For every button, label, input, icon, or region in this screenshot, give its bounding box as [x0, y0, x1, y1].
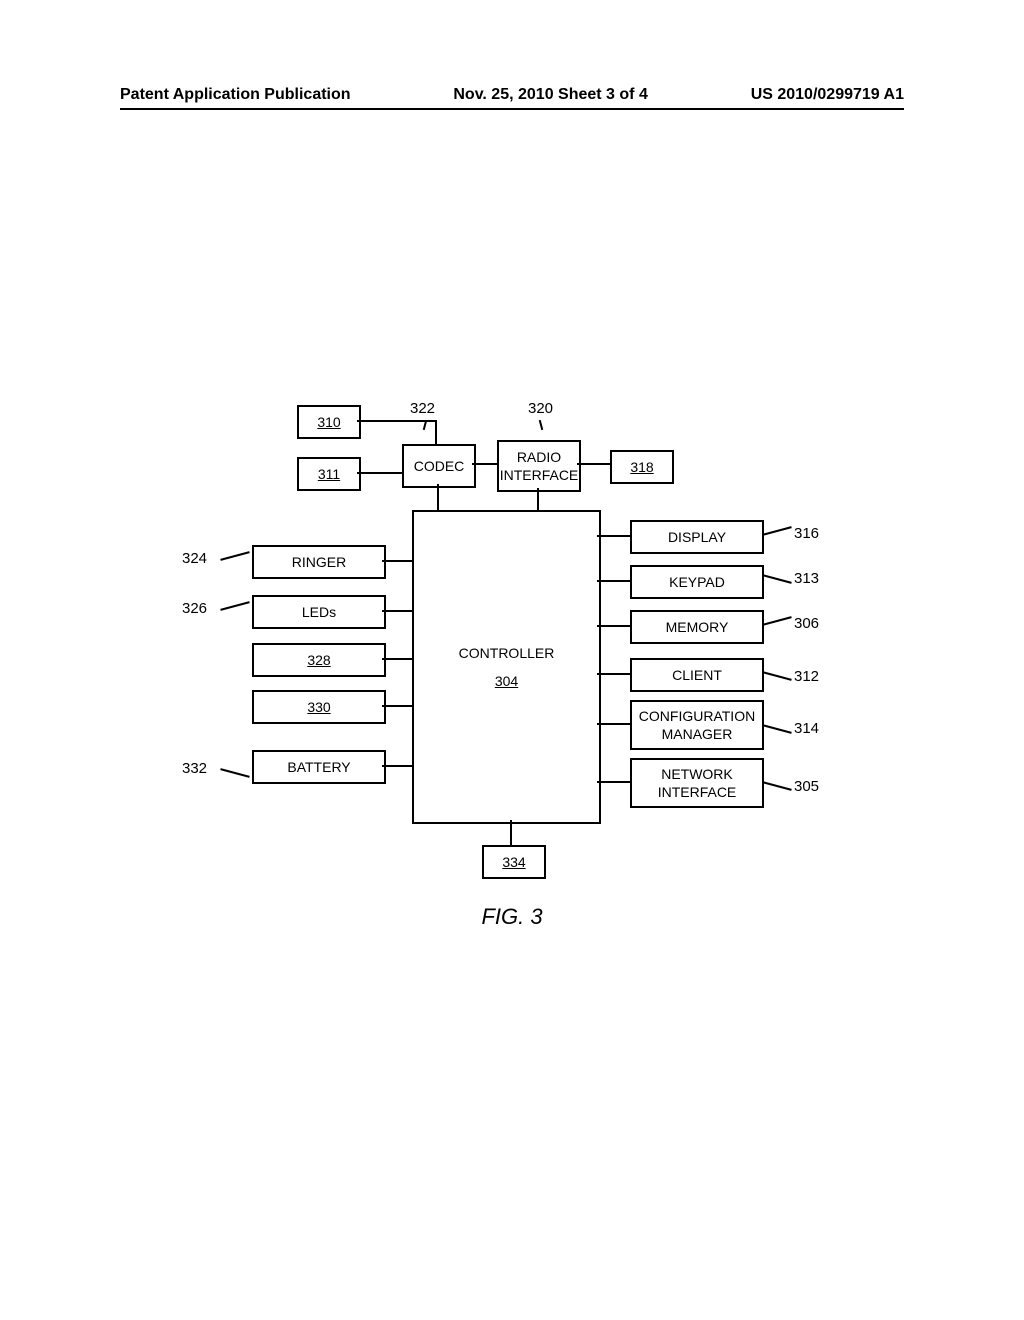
page: Patent Application Publication Nov. 25, … [0, 0, 1024, 1320]
header-left: Patent Application Publication [120, 86, 351, 104]
line [437, 484, 439, 510]
label-320: 320 [528, 400, 553, 417]
line [382, 765, 412, 767]
label-312: 312 [794, 668, 819, 685]
block-ringer: RINGER [252, 545, 386, 579]
block-328: 328 [252, 643, 386, 677]
line [382, 705, 412, 707]
tick-line [539, 420, 544, 430]
block-client: CLIENT [630, 658, 764, 692]
block-cfg-manager: CONFIGURATION MANAGER [630, 700, 764, 750]
block-network-interface: NETWORK INTERFACE [630, 758, 764, 808]
line [510, 820, 512, 845]
block-334: 334 [482, 845, 546, 879]
line [597, 781, 630, 783]
label-305: 305 [794, 778, 819, 795]
line [597, 580, 630, 582]
line [435, 420, 437, 444]
line [597, 723, 630, 725]
tick-line [762, 671, 791, 681]
block-310: 310 [297, 405, 361, 439]
block-memory: MEMORY [630, 610, 764, 644]
label-316: 316 [794, 525, 819, 542]
figure-caption: FIG. 3 [0, 904, 1024, 930]
line [382, 658, 412, 660]
line [382, 610, 412, 612]
block-radio-interface: RADIO INTERFACE [497, 440, 581, 492]
tick-line [762, 616, 791, 626]
line [357, 472, 402, 474]
diagram: 310 311 CODEC RADIO INTERFACE 318 RINGER… [192, 400, 832, 930]
controller-number: 304 [495, 672, 518, 690]
line [382, 560, 412, 562]
header-right: US 2010/0299719 A1 [751, 86, 904, 104]
block-display: DISPLAY [630, 520, 764, 554]
label-313: 313 [794, 570, 819, 587]
label-306: 306 [794, 615, 819, 632]
block-battery: BATTERY [252, 750, 386, 784]
header-center: Nov. 25, 2010 Sheet 3 of 4 [453, 86, 647, 104]
label-332: 332 [182, 760, 207, 777]
label-324: 324 [182, 550, 207, 567]
tick-line [220, 601, 249, 611]
block-318: 318 [610, 450, 674, 484]
line [597, 625, 630, 627]
header-divider [120, 108, 904, 110]
page-header: Patent Application Publication Nov. 25, … [0, 86, 1024, 104]
line [577, 463, 610, 465]
block-keypad: KEYPAD [630, 565, 764, 599]
tick-line [762, 724, 791, 734]
block-311: 311 [297, 457, 361, 491]
line [537, 488, 539, 510]
tick-line [762, 526, 791, 536]
line [597, 673, 630, 675]
tick-line [220, 551, 249, 561]
tick-line [220, 768, 249, 778]
tick-line [762, 574, 791, 584]
block-controller: CONTROLLER 304 [412, 510, 601, 824]
tick-line [762, 781, 791, 791]
label-314: 314 [794, 720, 819, 737]
block-leds: LEDs [252, 595, 386, 629]
label-326: 326 [182, 600, 207, 617]
line [597, 535, 630, 537]
label-322: 322 [410, 400, 435, 417]
block-330: 330 [252, 690, 386, 724]
block-codec: CODEC [402, 444, 476, 488]
controller-label: CONTROLLER [459, 644, 555, 662]
line [472, 463, 497, 465]
